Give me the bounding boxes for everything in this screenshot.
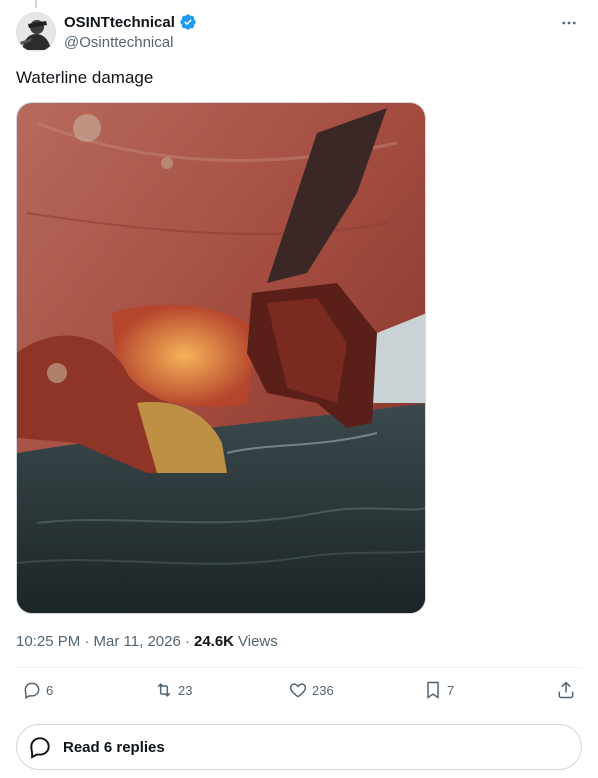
reply-button[interactable]: 6 — [22, 680, 53, 700]
bookmark-count: 7 — [447, 682, 455, 698]
ship-hull-damage-photo — [17, 103, 425, 613]
reply-icon — [24, 682, 40, 700]
like-count: 236 — [312, 682, 334, 698]
reply-count: 6 — [46, 682, 54, 698]
thread-connector-line — [35, 0, 37, 8]
bookmark-icon — [427, 681, 439, 699]
like-button[interactable]: 236 — [288, 680, 334, 700]
tweet-actions-bar: 6 23 236 7 — [16, 680, 582, 706]
avatar[interactable] — [16, 12, 56, 52]
read-replies-label: Read 6 replies — [63, 738, 165, 756]
retweet-button[interactable]: 23 — [154, 680, 192, 700]
heart-icon — [289, 683, 307, 698]
more-dots-icon — [562, 21, 576, 25]
speech-bubble-icon — [30, 737, 50, 759]
divider — [16, 667, 582, 668]
author-display-name[interactable]: OSINTtechnical — [64, 14, 175, 31]
retweet-icon — [157, 683, 171, 697]
avatar-photo — [16, 12, 56, 52]
views-count: 24.6K — [193, 633, 235, 650]
author-handle[interactable]: @Osinttechnical — [64, 34, 173, 51]
bookmark-button[interactable]: 7 — [423, 680, 454, 700]
share-icon — [558, 681, 574, 699]
tweet-timestamp[interactable]: 10:25 PM · Mar 11, 2026 · — [16, 633, 190, 650]
views-label: Views — [238, 633, 278, 650]
more-options-button[interactable] — [558, 12, 580, 34]
tweet-text: Waterline damage — [16, 68, 154, 87]
author-name-row: OSINTtechnical — [64, 13, 197, 31]
tweet-meta: 10:25 PM · Mar 11, 2026 · 24.6K Views — [16, 633, 278, 650]
verified-badge-icon — [180, 14, 196, 30]
read-replies-button[interactable]: Read 6 replies — [16, 724, 582, 770]
retweet-count: 23 — [178, 682, 193, 698]
share-button[interactable] — [556, 680, 576, 700]
tweet-photo[interactable] — [16, 102, 426, 614]
